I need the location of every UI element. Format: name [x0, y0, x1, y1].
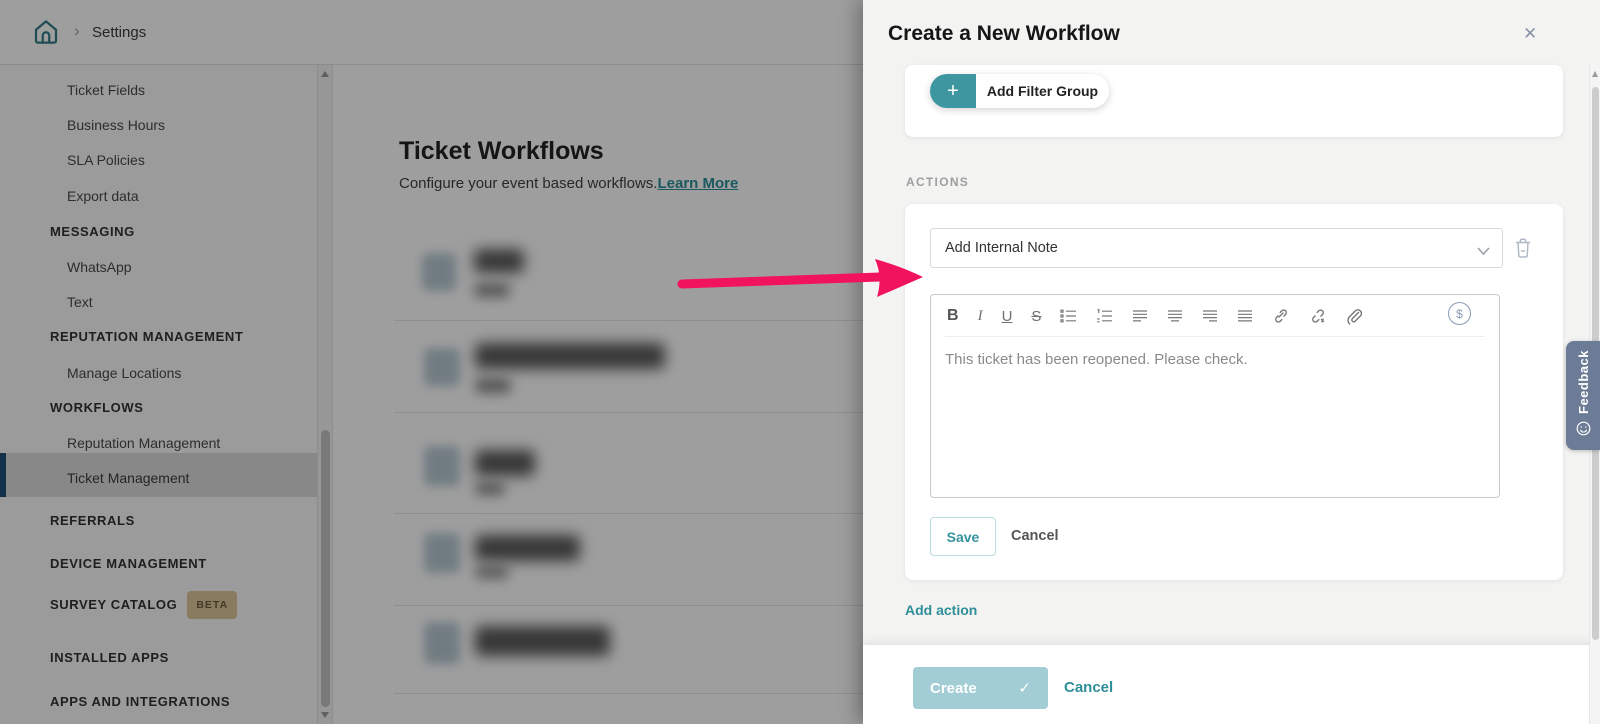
bold-icon[interactable]: B: [947, 307, 959, 325]
toolbar-divider: [945, 336, 1485, 337]
feedback-label: Feedback: [1576, 350, 1591, 414]
close-icon[interactable]: ✕: [1523, 24, 1537, 44]
underline-icon[interactable]: U: [1002, 308, 1013, 325]
ordered-list-icon[interactable]: [1096, 308, 1113, 324]
feedback-tab[interactable]: Feedback: [1566, 341, 1600, 450]
unlink-icon[interactable]: [1309, 308, 1327, 324]
delete-action-icon[interactable]: [1513, 236, 1533, 265]
smiley-icon: [1576, 421, 1591, 441]
italic-icon[interactable]: I: [978, 308, 983, 325]
editor-content[interactable]: This ticket has been reopened. Please ch…: [945, 351, 1248, 368]
editor-toolbar: B I U S: [947, 303, 1362, 329]
create-label: Create: [930, 680, 977, 697]
chevron-down-icon: [1477, 243, 1490, 261]
add-filter-group-label: Add Filter Group: [976, 83, 1109, 99]
panel-footer: Create ✓ Cancel: [863, 645, 1600, 724]
add-action-link[interactable]: Add action: [905, 602, 977, 618]
check-icon: ✓: [1018, 679, 1031, 697]
scroll-up-arrow[interactable]: [1592, 71, 1598, 77]
link-icon[interactable]: [1272, 308, 1290, 324]
action-card: Add Internal Note B I U S: [905, 204, 1563, 580]
plus-icon: +: [930, 74, 976, 108]
add-filter-group-button[interactable]: + Add Filter Group: [930, 74, 1109, 108]
panel-title: Create a New Workflow: [888, 22, 1120, 46]
note-editor[interactable]: B I U S: [930, 294, 1500, 498]
create-button[interactable]: Create ✓: [913, 667, 1048, 709]
actions-section-label: ACTIONS: [906, 175, 969, 189]
action-type-select[interactable]: Add Internal Note: [930, 228, 1503, 268]
screen: › Settings Ticket Fields Business Hours …: [0, 0, 1600, 724]
footer-cancel-button[interactable]: Cancel: [1064, 679, 1113, 696]
strikethrough-icon[interactable]: S: [1031, 308, 1041, 325]
cancel-action-button[interactable]: Cancel: [1011, 528, 1059, 544]
align-justify-icon[interactable]: [1237, 308, 1253, 324]
align-right-icon[interactable]: [1202, 308, 1218, 324]
action-type-value: Add Internal Note: [931, 240, 1058, 256]
bullet-list-icon[interactable]: [1060, 308, 1077, 324]
align-left-icon[interactable]: [1132, 308, 1148, 324]
filters-card: + Add Filter Group: [905, 65, 1563, 137]
align-center-icon[interactable]: [1167, 308, 1183, 324]
insert-placeholder-icon[interactable]: $: [1448, 302, 1471, 325]
modal-dim-overlay[interactable]: [0, 0, 863, 724]
create-workflow-panel: Create a New Workflow ✕ + Add Filter Gro…: [863, 0, 1600, 724]
save-button[interactable]: Save: [930, 517, 996, 556]
attachment-icon[interactable]: [1346, 308, 1362, 325]
